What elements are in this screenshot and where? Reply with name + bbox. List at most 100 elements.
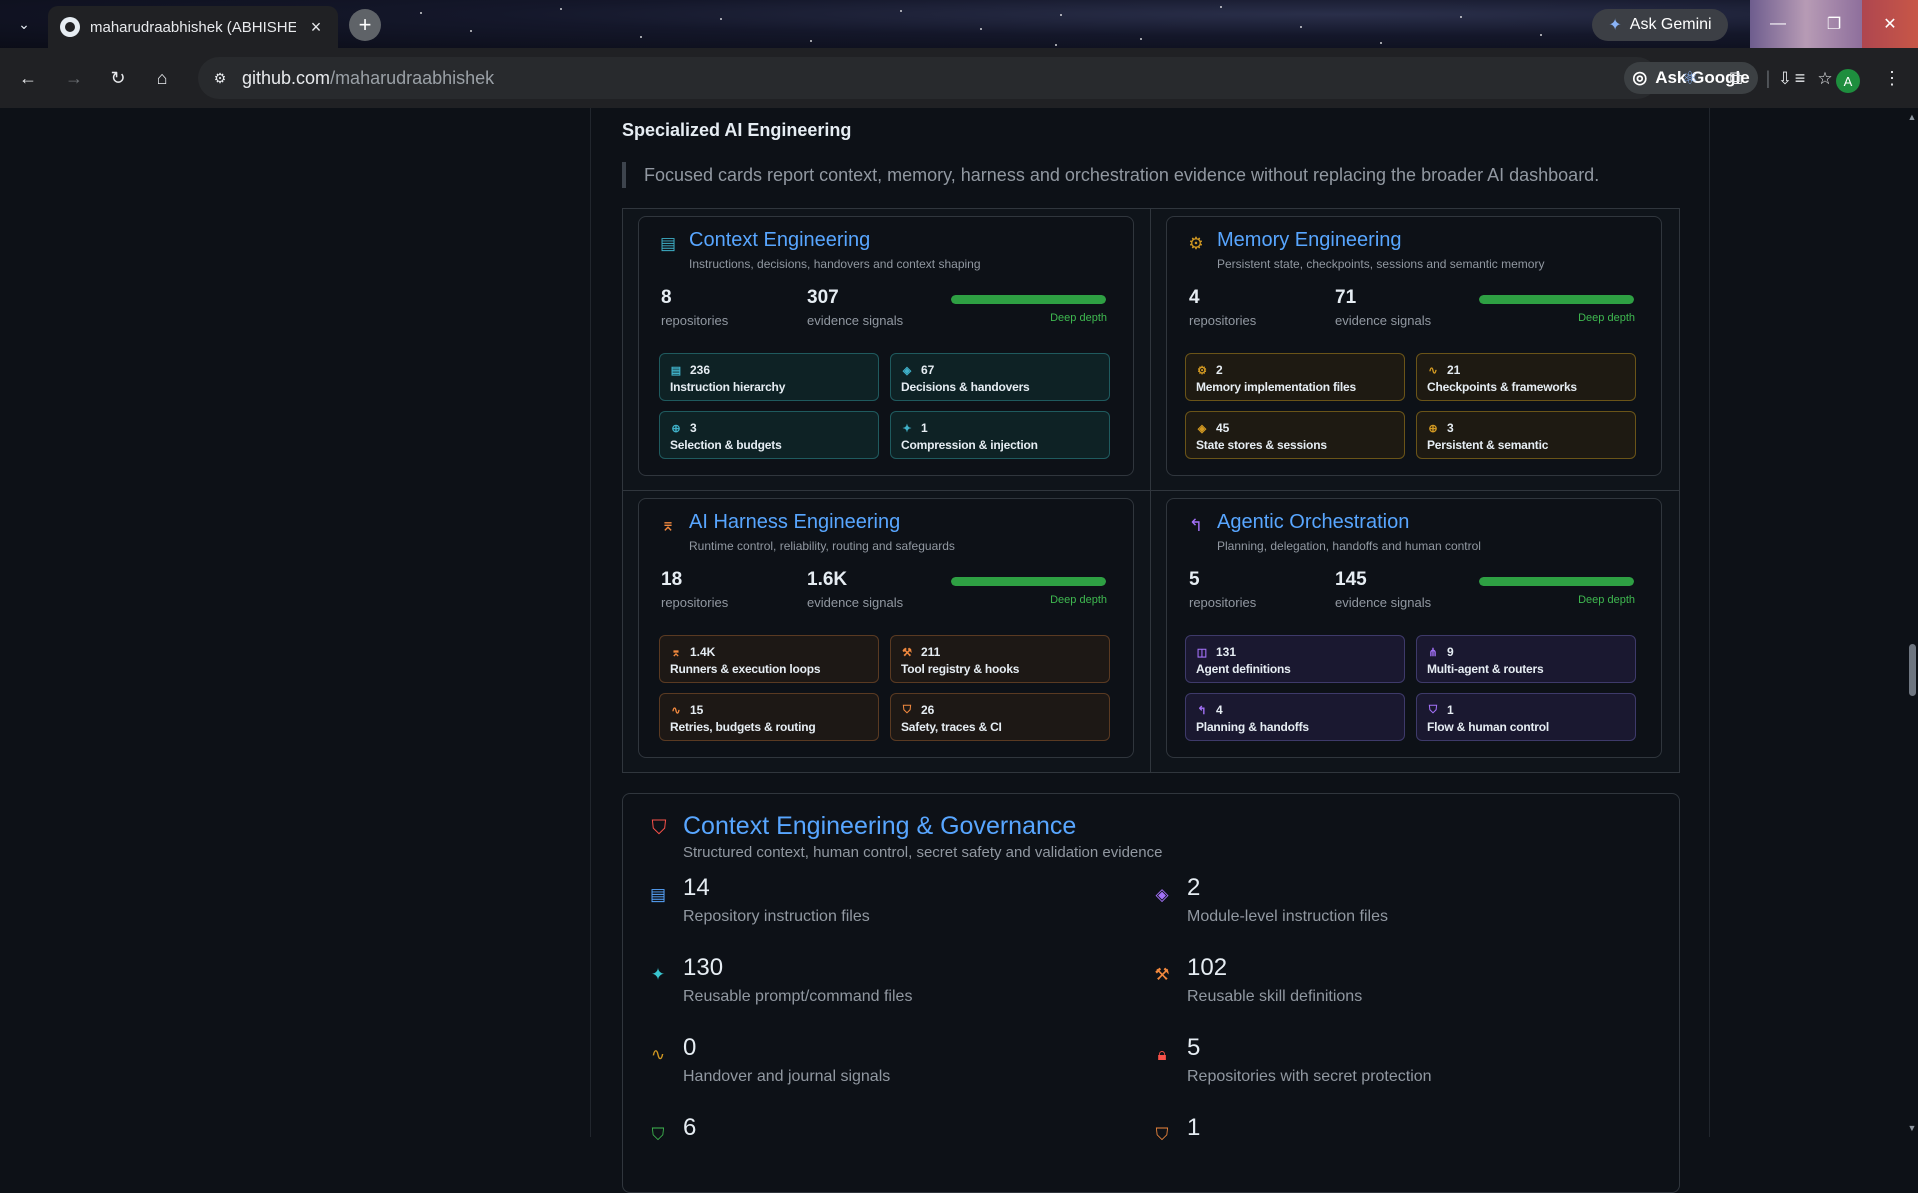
signals-label: evidence signals [807,595,904,610]
lock-icon: 🔒︎ [1157,1045,1167,1064]
pulse-icon: ∿ [1428,364,1438,377]
profile-avatar[interactable]: A [1836,69,1860,93]
tile-safety-traces: ⛉ 26 Safety, traces & CI [890,693,1110,741]
tile-memory-implementation: ⚙ 2 Memory implementation files [1185,353,1405,401]
signals-count: 1.6K [807,569,848,590]
network-icon: ⋔ [1428,646,1438,659]
grid-divider-horizontal [622,490,1680,491]
tile-label: Planning & handoffs [1196,720,1309,734]
repos-label: repositories [661,595,729,610]
restore-icon[interactable]: ❐ [1806,0,1862,48]
tile-label: Instruction hierarchy [670,380,786,394]
chip-icon: ⚙ [1188,234,1204,253]
tile-label: Agent definitions [1196,662,1291,676]
tab-search-button[interactable]: ⌄ [10,12,38,36]
site-info-icon[interactable]: ⚙ [210,68,230,88]
card-subtitle: Runtime control, reliability, routing an… [689,539,955,553]
tile-value: 26 [921,703,935,717]
gov-item-instruction-files: ▤ 14 Repository instruction files [647,874,1127,938]
layers-icon: ◈ [1155,885,1169,904]
governance-title[interactable]: Context Engineering & Governance [683,812,1076,841]
card-subtitle: Persistent state, checkpoints, sessions … [1217,257,1545,271]
page-scrollbar[interactable]: ▲ ▼ [1906,108,1918,1137]
tile-value: 2 [1216,363,1223,377]
scroll-down-icon[interactable]: ▼ [1907,1123,1917,1133]
menu-kebab-icon[interactable]: ⋮ [1880,66,1904,90]
signals-count: 145 [1335,569,1367,590]
card-title[interactable]: Agentic Orchestration [1217,511,1409,534]
home-icon[interactable]: ⌂ [150,66,174,90]
signals-label: evidence signals [807,313,904,328]
url-text[interactable]: github.com/maharudraabhishek [242,68,494,89]
section-description: Focused cards report context, memory, ha… [622,162,1599,188]
github-favicon-icon [60,17,80,37]
new-tab-button[interactable]: + [349,9,381,41]
shield-icon: ⛉ [902,703,912,716]
tile-selection-budgets: ⊕ 3 Selection & budgets [659,411,879,459]
repos-count: 8 [661,287,672,308]
forward-arrow-icon[interactable]: → [62,66,86,90]
tile-value: 9 [1447,645,1454,659]
tile-agent-definitions: ◫ 131 Agent definitions [1185,635,1405,683]
card-ai-harness-engineering: ⌆ AI Harness Engineering Runtime control… [638,498,1134,758]
scroll-up-icon[interactable]: ▲ [1907,112,1917,122]
tile-value: 21 [1447,363,1461,377]
card-title[interactable]: Memory Engineering [1217,229,1402,252]
document-icon: ▤ [670,364,682,377]
globe-icon: ⊕ [671,422,681,435]
tab-close-icon[interactable]: × [306,17,326,38]
tile-flow-human-control: ⛉ 1 Flow & human control [1416,693,1636,741]
gov-value: 102 [1187,954,1228,981]
tile-value: 4 [1216,703,1223,717]
tile-value: 1.4K [690,645,716,659]
tile-label: State stores & sessions [1196,438,1327,452]
ask-gemini-label: Ask Gemini [1629,16,1712,33]
ask-gemini-button[interactable]: ✦ Ask Gemini [1592,9,1728,41]
tile-label: Selection & budgets [670,438,782,452]
extensions-icon[interactable]: ⧉ [1724,66,1748,90]
react-devtools-icon[interactable]: ⚛ [1678,66,1702,90]
depth-label: Deep depth [1578,312,1635,324]
gov-item-module-files: ◈ 2 Module-level instruction files [1151,874,1631,938]
gov-value: 5 [1187,1034,1201,1061]
tab-title: maharudraabhishek (ABHISHEK [90,18,296,36]
card-title[interactable]: Context Engineering [689,229,870,252]
media-controls-icon[interactable]: ≡ [1788,66,1812,90]
depth-label: Deep depth [1050,594,1107,606]
shield-check-icon: ⛉ [1428,703,1438,716]
tile-checkpoints-frameworks: ∿ 21 Checkpoints & frameworks [1416,353,1636,401]
repos-label: repositories [1189,595,1257,610]
tile-value: 236 [690,363,711,377]
address-bar[interactable]: ⚙ github.com/maharudraabhishek ◎ Ask Goo… [198,57,1833,99]
card-subtitle: Instructions, decisions, handovers and c… [689,257,981,271]
tile-compression-injection: ✦ 1 Compression & injection [890,411,1110,459]
card-title[interactable]: AI Harness Engineering [689,511,900,534]
minimize-icon[interactable]: — [1750,0,1806,48]
gemini-sparkle-icon: ✦ [1608,17,1622,34]
gov-item-human-control: ⛉ 1 [1151,1114,1631,1178]
shield-check-icon: ⛉ [651,1125,665,1144]
repos-label: repositories [661,313,729,328]
scrollbar-thumb[interactable] [1909,644,1916,696]
tile-value: 15 [690,703,704,717]
card-context-engineering: ▤ Context Engineering Instructions, deci… [638,216,1134,476]
gov-label: Reusable prompt/command files [683,988,913,1005]
tile-value: 131 [1216,645,1237,659]
reload-icon[interactable]: ↻ [106,66,130,90]
gov-item-prompt-files: ✦ 130 Reusable prompt/command files [647,954,1127,1018]
sparkle-icon: ✦ [902,422,912,435]
window-close-icon[interactable]: ✕ [1862,0,1918,48]
tile-label: Compression & injection [901,438,1038,452]
layers-icon: ◈ [1197,422,1207,435]
depth-bar [951,577,1106,586]
bookmark-star-icon[interactable]: ☆ [1814,68,1836,90]
back-arrow-icon[interactable]: ← [16,66,40,90]
route-icon: ↰ [1188,516,1204,535]
tile-label: Persistent & semantic [1427,438,1549,452]
tile-value: 3 [690,421,697,435]
active-tab[interactable]: maharudraabhishek (ABHISHEK × [48,6,338,48]
tile-runners-loops: ⌆ 1.4K Runners & execution loops [659,635,879,683]
gov-value: 130 [683,954,724,981]
gov-label: Reusable skill definitions [1187,988,1363,1005]
shield-check-icon: ⛉ [651,816,667,839]
